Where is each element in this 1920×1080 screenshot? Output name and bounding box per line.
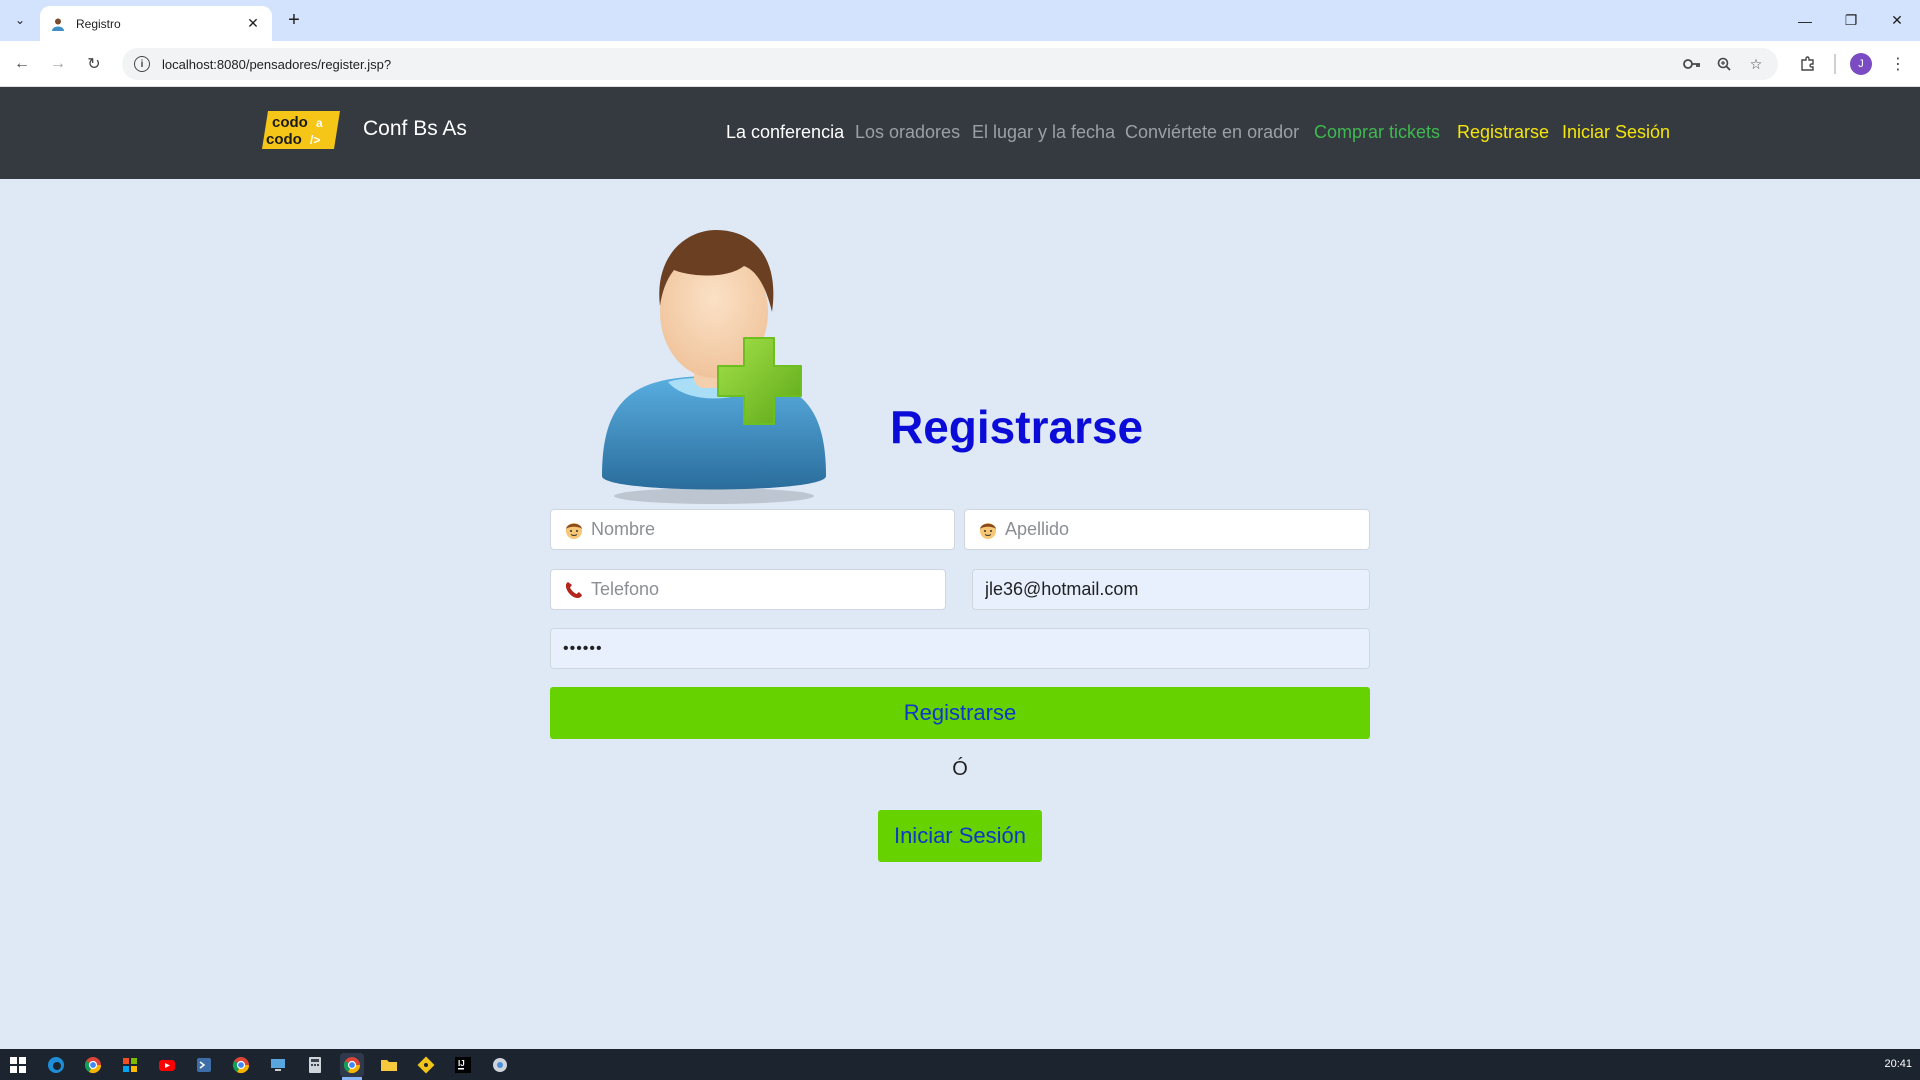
apellido-input[interactable] <box>1005 510 1357 549</box>
close-window-icon[interactable]: ✕ <box>1874 0 1920 41</box>
nav-comprar-tickets[interactable]: Comprar tickets <box>1314 122 1440 143</box>
window-controls: — ❐ ✕ <box>1782 0 1920 41</box>
taskbar-clock: 20:41 <box>1884 1058 1912 1070</box>
logo-line1: codo <box>272 114 308 131</box>
git-icon[interactable] <box>414 1053 438 1077</box>
nombre-input[interactable] <box>591 510 942 549</box>
youtube-icon[interactable] <box>155 1053 179 1077</box>
tab-close-icon[interactable]: ✕ <box>244 15 262 32</box>
zoom-icon[interactable] <box>1714 54 1734 74</box>
calculator-icon[interactable] <box>303 1053 327 1077</box>
toolbar-divider <box>1834 54 1836 74</box>
nav-conviertete-en-orador[interactable]: Conviértete en orador <box>1125 122 1299 143</box>
minimize-icon[interactable]: — <box>1782 0 1828 41</box>
url-text[interactable]: localhost:8080/pensadores/register.jsp? <box>162 57 1670 72</box>
svg-text:IJ: IJ <box>458 1059 465 1068</box>
bookmark-star-icon[interactable]: ☆ <box>1746 54 1766 74</box>
browser-tabstrip: ⌄ Registro ✕ + — ❐ ✕ <box>0 0 1920 41</box>
browser-tab-registro[interactable]: Registro ✕ <box>40 6 272 41</box>
user-favicon-icon <box>50 16 66 32</box>
tab-search-chevron-icon[interactable]: ⌄ <box>8 8 32 32</box>
restore-icon[interactable]: ❐ <box>1828 0 1874 41</box>
apellido-field[interactable] <box>964 509 1370 550</box>
chrome-icon[interactable] <box>81 1053 105 1077</box>
codo-a-codo-logo[interactable]: codo codo a /> <box>262 111 340 149</box>
password-input[interactable] <box>563 629 1357 668</box>
tab-title: Registro <box>76 16 121 31</box>
nav-el-lugar-y-la-fecha[interactable]: El lugar y la fecha <box>972 122 1115 143</box>
telefono-input[interactable] <box>591 570 933 609</box>
nav-iniciar-sesion[interactable]: Iniciar Sesión <box>1562 122 1670 143</box>
edge-icon[interactable] <box>44 1053 68 1077</box>
file-explorer-icon[interactable] <box>377 1053 401 1077</box>
browser-toolbar: ← → ↻ i localhost:8080/pensadores/regist… <box>0 41 1920 87</box>
site-info-icon[interactable]: i <box>134 56 150 72</box>
svg-text:a: a <box>316 116 323 130</box>
nav-registrarse[interactable]: Registrarse <box>1457 122 1549 143</box>
forward-arrow-icon[interactable]: → <box>46 52 70 76</box>
register-submit-button[interactable]: Registrarse <box>550 687 1370 739</box>
telephone-icon <box>563 579 585 601</box>
new-tab-plus-icon[interactable]: + <box>282 8 306 32</box>
person-face-icon <box>563 519 585 541</box>
nav-la-conferencia[interactable]: La conferencia <box>726 122 844 143</box>
windows-start-icon[interactable] <box>6 1053 30 1077</box>
chrome-profile-icon[interactable] <box>229 1053 253 1077</box>
browser-menu-icon[interactable]: ⋮ <box>1886 52 1910 76</box>
nav-los-oradores[interactable]: Los oradores <box>855 122 960 143</box>
or-separator: Ó <box>952 758 968 780</box>
extensions-puzzle-icon[interactable] <box>1796 52 1820 76</box>
password-key-icon[interactable] <box>1682 54 1702 74</box>
reload-icon[interactable]: ↻ <box>82 52 106 76</box>
page-title: Registrarse <box>890 401 1144 453</box>
brand-name[interactable]: Conf Bs As <box>363 117 467 141</box>
visual-studio-code-icon[interactable] <box>192 1053 216 1077</box>
microsoft-store-icon[interactable] <box>118 1053 142 1077</box>
site-navbar: codo codo a /> Conf Bs As La conferencia… <box>0 87 1920 179</box>
email-field[interactable] <box>972 569 1370 610</box>
password-field[interactable] <box>550 628 1370 669</box>
chrome-active-icon[interactable] <box>340 1053 364 1077</box>
nombre-field[interactable] <box>550 509 955 550</box>
back-arrow-icon[interactable]: ← <box>10 52 34 76</box>
add-user-avatar-image <box>596 226 842 506</box>
person-face-icon <box>977 519 999 541</box>
svg-text:/>: /> <box>310 133 320 147</box>
telefono-field[interactable] <box>550 569 946 610</box>
login-button[interactable]: Iniciar Sesión <box>878 810 1042 862</box>
logo-line2: codo <box>266 131 302 148</box>
intellij-icon[interactable]: IJ <box>451 1053 475 1077</box>
profile-avatar[interactable]: J <box>1850 53 1872 75</box>
remote-desktop-icon[interactable] <box>266 1053 290 1077</box>
email-input[interactable] <box>985 570 1357 609</box>
address-bar[interactable]: i localhost:8080/pensadores/register.jsp… <box>122 48 1778 80</box>
feedback-hub-icon[interactable] <box>488 1053 512 1077</box>
